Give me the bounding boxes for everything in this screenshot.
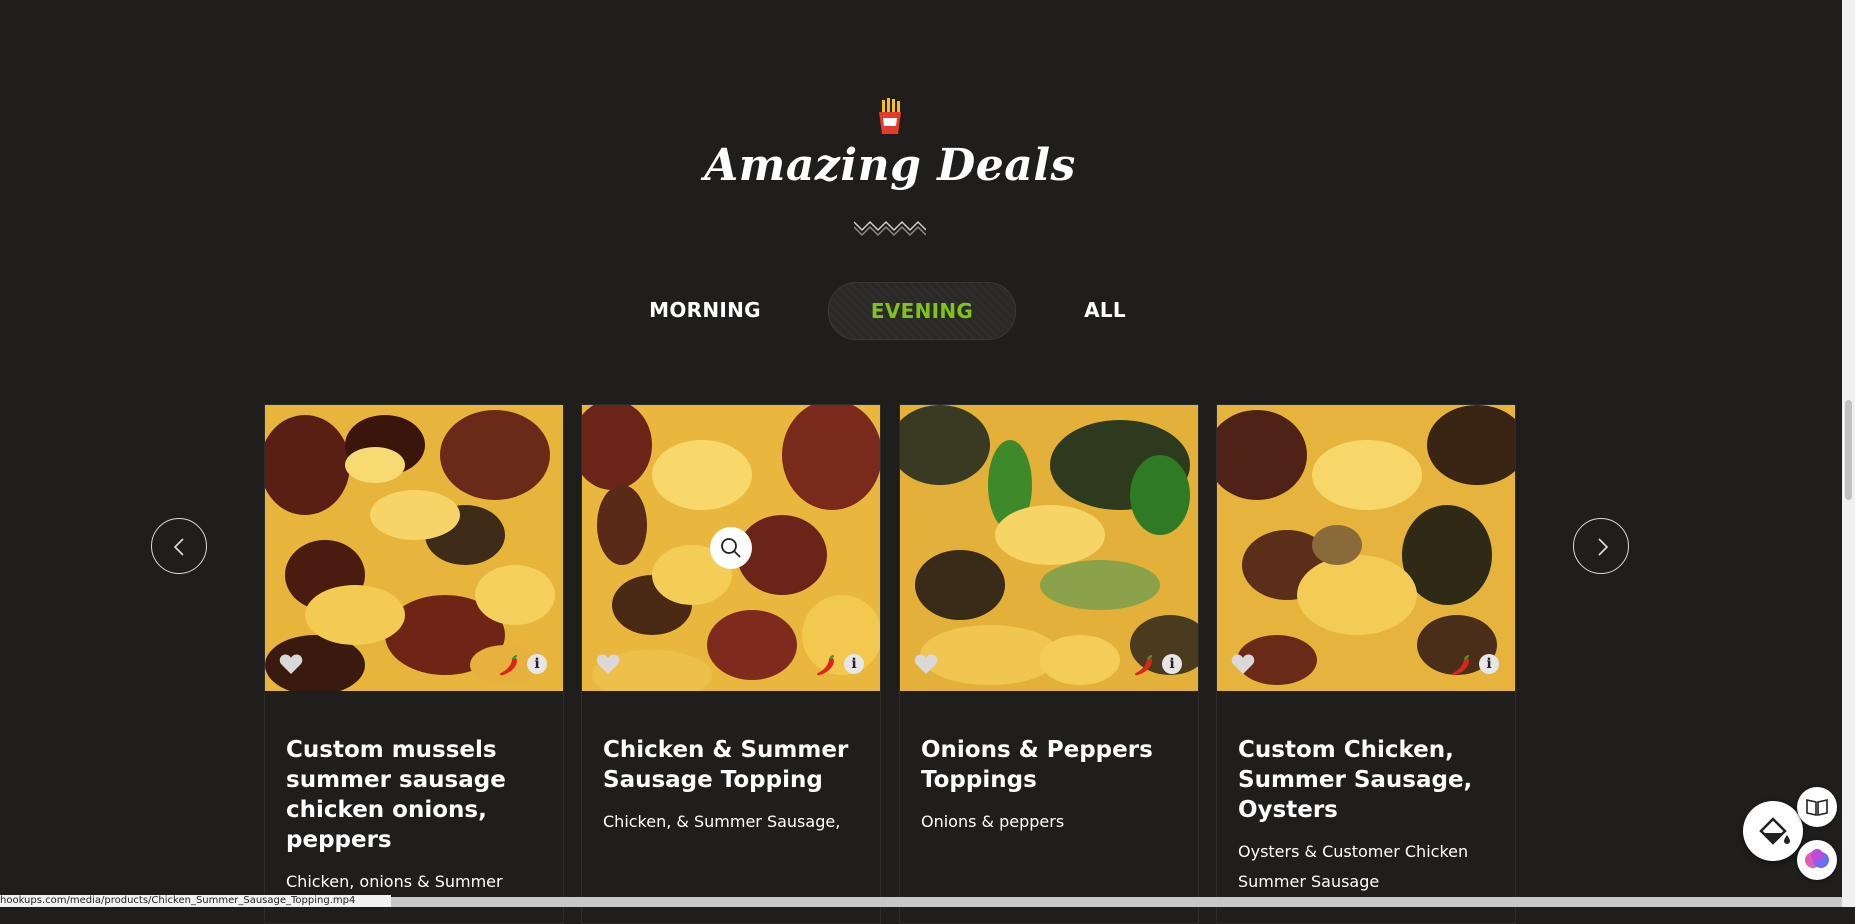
info-icon[interactable]: i xyxy=(527,654,547,674)
zigzag-divider xyxy=(854,220,926,237)
product-title[interactable]: Onions & Peppers Toppings xyxy=(921,735,1181,795)
tab-evening[interactable]: EVENING xyxy=(828,282,1016,340)
carousel-prev-button[interactable] xyxy=(151,518,207,574)
product-description: Chicken, & Summer Sausage, xyxy=(603,812,841,831)
chili-pepper-icon xyxy=(1134,655,1152,676)
carousel-next-button[interactable] xyxy=(1573,518,1629,574)
info-icon[interactable]: i xyxy=(844,654,864,674)
product-image[interactable] xyxy=(1217,405,1515,691)
book-icon xyxy=(1806,799,1828,816)
ai-assistant-button[interactable] xyxy=(1797,840,1837,880)
search-icon xyxy=(721,538,741,558)
scrollbar-thumb[interactable] xyxy=(1845,400,1852,500)
product-description: Oysters & Customer Chicken Summer Sausag… xyxy=(1238,842,1469,891)
tab-morning[interactable]: MORNING xyxy=(640,282,770,338)
product-card[interactable]: i Custom mussels summer sausage chicken … xyxy=(264,404,564,924)
chevron-left-icon xyxy=(173,538,184,556)
horizontal-scrollbar[interactable] xyxy=(390,897,1842,907)
product-card[interactable]: i Onions & Peppers Toppings Onions & pep… xyxy=(899,404,1199,924)
info-icon[interactable]: i xyxy=(1479,654,1499,674)
paint-bucket-icon xyxy=(1759,817,1790,845)
product-card[interactable]: i Custom Chicken, Summer Sausage, Oyster… xyxy=(1216,404,1516,924)
info-icon[interactable]: i xyxy=(1162,654,1182,674)
chili-pepper-icon xyxy=(816,655,834,676)
product-title[interactable]: Chicken & Summer Sausage Topping xyxy=(603,735,863,795)
chili-pepper-icon xyxy=(499,655,517,676)
product-description: Chicken, onions & Summer xyxy=(286,872,503,891)
product-image[interactable] xyxy=(265,405,563,691)
chevron-right-icon xyxy=(1598,538,1609,556)
heart-icon[interactable] xyxy=(1231,653,1255,675)
section-title: Amazing Deals xyxy=(704,140,1076,191)
heart-icon[interactable] xyxy=(596,653,620,675)
brain-icon xyxy=(1805,849,1829,868)
chili-pepper-icon xyxy=(1451,655,1469,676)
tab-all[interactable]: ALL xyxy=(1075,282,1135,338)
product-description: Onions & peppers xyxy=(921,812,1065,831)
product-title[interactable]: Custom mussels summer sausage chicken on… xyxy=(286,735,546,855)
heart-icon[interactable] xyxy=(279,653,303,675)
zoom-button[interactable] xyxy=(710,527,752,569)
status-bar-url: hookups.com/media/products/Chicken_Summe… xyxy=(0,895,391,907)
reader-mode-button[interactable] xyxy=(1797,787,1837,827)
product-title[interactable]: Custom Chicken, Summer Sausage, Oysters xyxy=(1238,735,1498,825)
product-card[interactable]: i Chicken & Summer Sausage Topping Chick… xyxy=(581,404,881,924)
product-image[interactable] xyxy=(900,405,1198,691)
heart-icon[interactable] xyxy=(914,653,938,675)
fries-icon xyxy=(879,98,901,134)
paint-bucket-button[interactable] xyxy=(1743,801,1803,861)
vertical-scrollbar[interactable] xyxy=(1842,0,1855,907)
